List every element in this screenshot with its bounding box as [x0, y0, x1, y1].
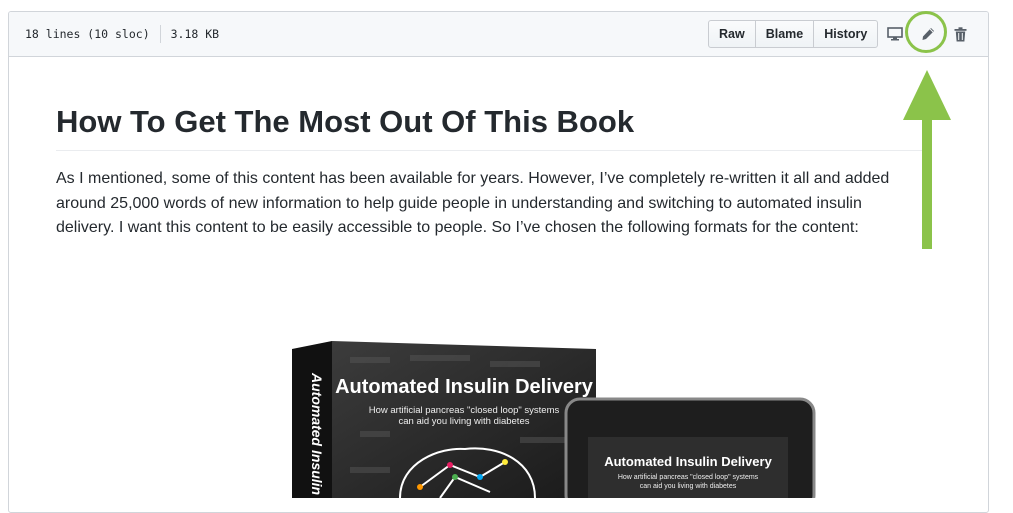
readme-content: How To Get The Most Out Of This Book As … [56, 102, 924, 241]
blame-button[interactable]: Blame [754, 20, 815, 48]
book-cover-image: Automated Insulin De Automated Insulin D… [292, 341, 816, 498]
history-button[interactable]: History [813, 20, 879, 48]
desktop-icon[interactable] [885, 24, 905, 44]
highlight-circle-annotation [905, 11, 947, 53]
file-header: 18 lines (10 sloc) 3.18 KB Raw Blame His… [9, 12, 988, 57]
tablet-subtitle-line-2: can aid you living with diabetes [640, 483, 737, 490]
line-count: 18 lines (10 sloc) [25, 27, 150, 41]
cover-title: Automated Insulin Delivery [335, 376, 594, 398]
cover-subtitle-line-1: How artificial pancreas "closed loop" sy… [369, 405, 560, 416]
up-arrow-annotation [903, 70, 951, 249]
raw-button[interactable]: Raw [708, 20, 756, 48]
cover-subtitle-line-2: can aid you living with diabetes [399, 416, 530, 427]
divider [159, 25, 161, 43]
intro-paragraph: As I mentioned, some of this content has… [56, 170, 890, 236]
tablet-subtitle-line-1: How artificial pancreas "closed loop" sy… [618, 474, 759, 481]
file-info: 18 lines (10 sloc) 3.18 KB [25, 12, 219, 56]
spine-title: Automated Insulin De [309, 372, 325, 498]
file-actions-group: Raw Blame History [708, 20, 879, 48]
file-size: 3.18 KB [170, 27, 220, 41]
tablet-title: Automated Insulin Delivery [604, 454, 772, 469]
page-title: How To Get The Most Out Of This Book [56, 102, 924, 151]
trash-icon[interactable] [950, 24, 970, 44]
